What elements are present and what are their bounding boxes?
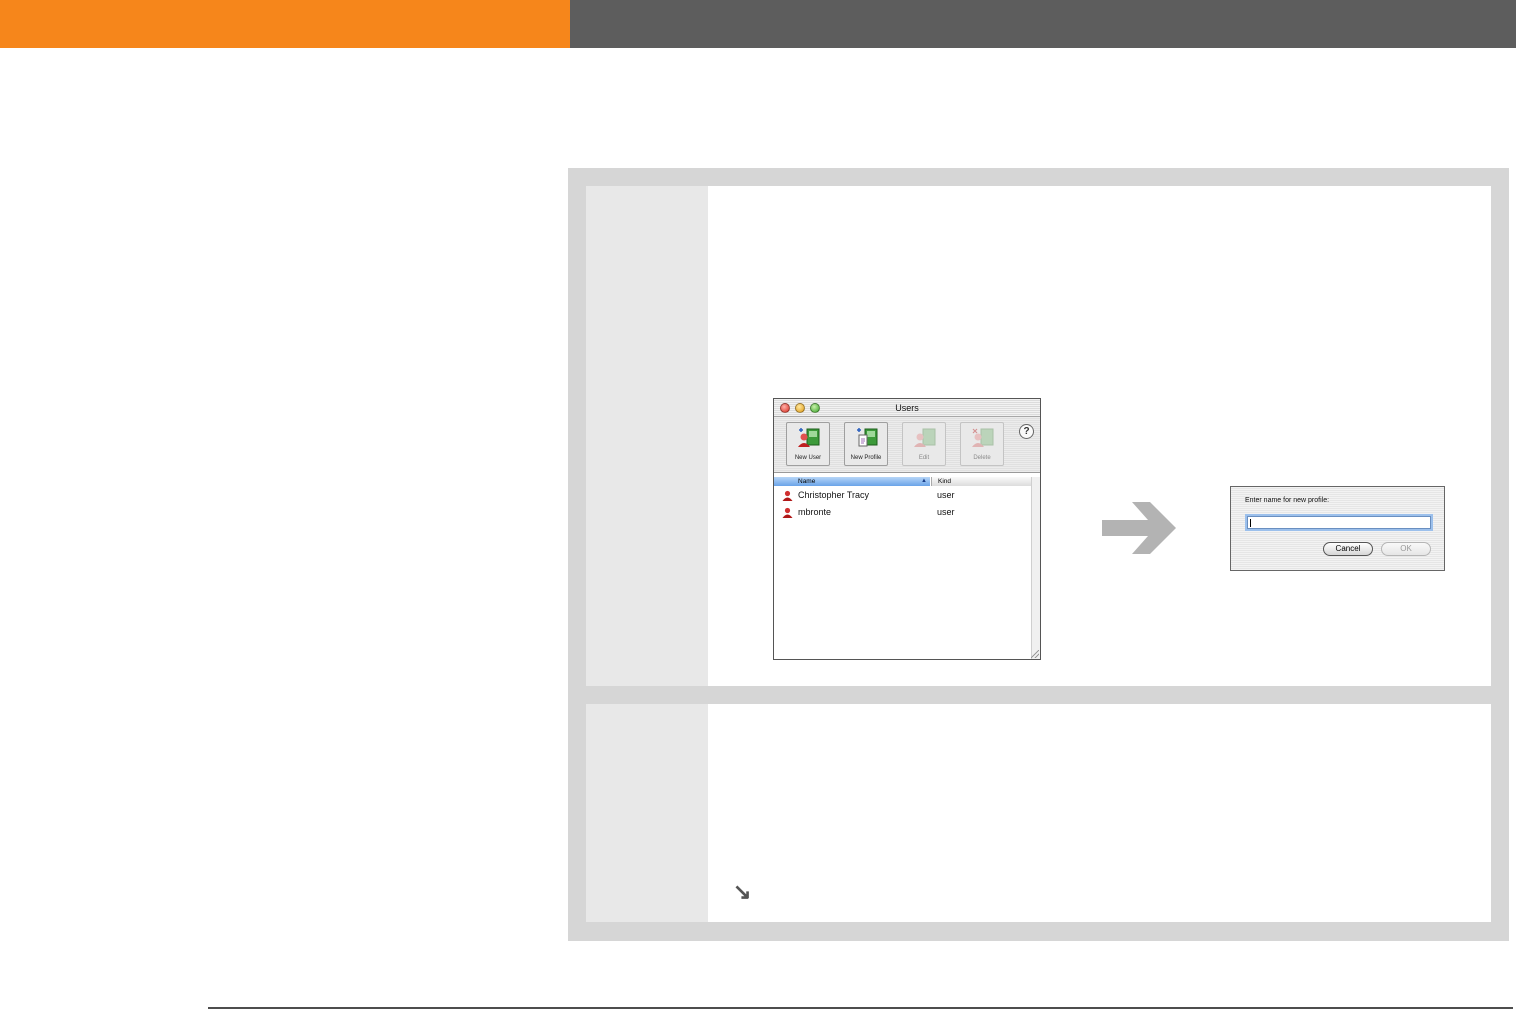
- help-button[interactable]: ?: [1019, 424, 1034, 439]
- edit-icon: [914, 428, 936, 447]
- vertical-scrollbar[interactable]: [1031, 477, 1040, 659]
- row-name: Christopher Tracy: [798, 490, 870, 500]
- user-icon: [782, 490, 793, 501]
- header-title-bar: [570, 0, 1516, 48]
- profile-name-input[interactable]: [1247, 516, 1431, 529]
- new-user-icon: [798, 428, 820, 447]
- new-profile-button[interactable]: New Profile: [844, 422, 888, 466]
- continued-arrow-icon: ↘: [733, 879, 752, 904]
- step-number-column: [586, 704, 708, 922]
- new-profile-label: New Profile: [850, 455, 882, 461]
- users-toolbar: New User New Profile Edit Delete ?: [774, 417, 1040, 473]
- row-name: mbronte: [798, 507, 832, 517]
- cancel-button[interactable]: Cancel: [1323, 542, 1373, 556]
- users-window: Users New User New Profile Edit Delete ?…: [773, 398, 1041, 660]
- steps-panel: Users New User New Profile Edit Delete ?…: [568, 168, 1509, 941]
- header-accent-bar: [0, 0, 570, 48]
- column-header-kind[interactable]: Kind: [931, 477, 1032, 486]
- table-row[interactable]: mbronte user: [774, 505, 1032, 520]
- edit-button[interactable]: Edit: [902, 422, 946, 466]
- users-window-title: Users: [895, 403, 919, 413]
- close-window-icon[interactable]: [780, 403, 790, 413]
- new-profile-dialog: Enter name for new profile: Cancel OK: [1230, 486, 1445, 571]
- ok-button[interactable]: OK: [1381, 542, 1431, 556]
- delete-button[interactable]: Delete: [960, 422, 1004, 466]
- table-row[interactable]: Christopher Tracy user: [774, 488, 1032, 503]
- sort-ascending-icon: ▲: [921, 478, 927, 484]
- zoom-window-icon[interactable]: [810, 403, 820, 413]
- dialog-prompt: Enter name for new profile:: [1245, 497, 1330, 504]
- new-profile-icon: [857, 428, 878, 447]
- step-1: Users New User New Profile Edit Delete ?…: [586, 186, 1491, 686]
- delete-label: Delete: [973, 455, 991, 461]
- new-user-button[interactable]: New User: [786, 422, 830, 466]
- delete-icon: [972, 428, 994, 447]
- footer-divider: [208, 1007, 1513, 1009]
- new-user-label: New User: [794, 455, 822, 461]
- user-icon: [782, 507, 793, 518]
- row-kind: user: [937, 490, 955, 500]
- right-arrow-icon: [1102, 502, 1176, 554]
- text-caret: [1250, 519, 1251, 527]
- column-name-label: Name: [798, 478, 816, 485]
- users-table-header: Name ▲ Kind: [774, 477, 1032, 486]
- column-header-name[interactable]: Name ▲: [774, 477, 930, 486]
- edit-label: Edit: [918, 455, 930, 461]
- step-2: ↘: [586, 704, 1491, 922]
- row-kind: user: [937, 507, 955, 517]
- minimize-window-icon[interactable]: [795, 403, 805, 413]
- resize-grip-icon[interactable]: [1031, 650, 1039, 658]
- step-number-column: [586, 186, 708, 686]
- users-window-titlebar: Users: [774, 399, 1040, 417]
